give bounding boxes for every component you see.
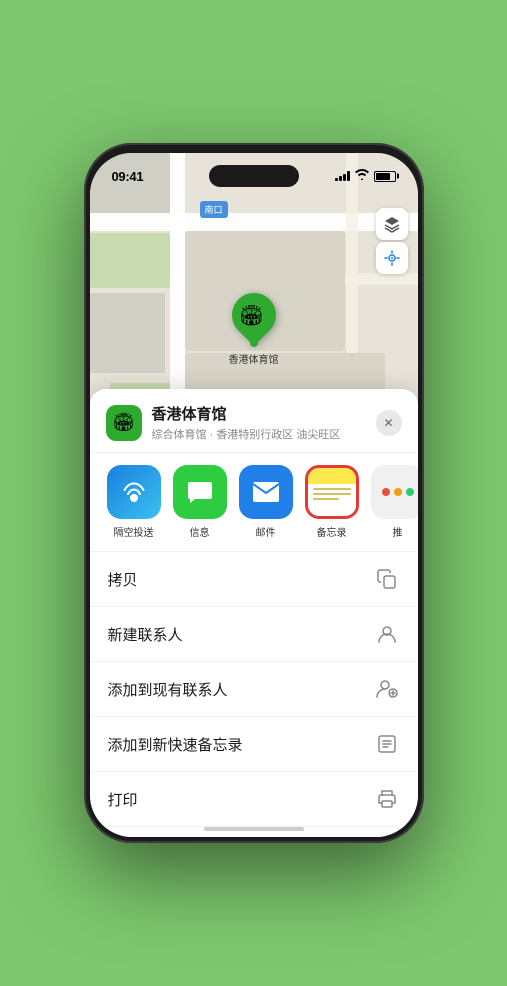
menu-item-copy[interactable]: 拷贝 xyxy=(90,552,418,607)
status-time: 09:41 xyxy=(112,169,144,184)
more-icon xyxy=(371,465,418,519)
place-subtitle: 综合体育馆 · 香港特别行政区 油尖旺区 xyxy=(152,426,376,442)
airdrop-icon xyxy=(107,465,161,519)
menu-item-new-contact[interactable]: 新建联系人 xyxy=(90,607,418,662)
copy-icon xyxy=(374,566,400,592)
share-item-notes[interactable]: 备忘录 xyxy=(304,465,360,539)
phone-frame: 09:41 xyxy=(84,143,424,843)
share-actions-row: 隔空投送 信息 xyxy=(90,453,418,552)
add-to-notes-label: 添加到新快速备忘录 xyxy=(108,734,243,755)
battery-icon xyxy=(374,171,396,182)
status-icons xyxy=(335,169,396,183)
mail-label: 邮件 xyxy=(256,524,276,539)
place-icon: 🏟 xyxy=(106,405,142,441)
location-marker: 🏟 香港体育馆 xyxy=(228,293,280,366)
marker-label: 香港体育馆 xyxy=(229,351,279,366)
mail-icon xyxy=(239,465,293,519)
menu-item-print[interactable]: 打印 xyxy=(90,772,418,827)
place-name: 香港体育馆 xyxy=(152,403,376,424)
notes-icon xyxy=(305,465,359,519)
signal-icon xyxy=(335,171,350,181)
menu-item-add-to-notes[interactable]: 添加到新快速备忘录 xyxy=(90,717,418,772)
share-item-mail[interactable]: 邮件 xyxy=(238,465,294,539)
notes-label: 备忘录 xyxy=(317,524,347,539)
new-contact-icon xyxy=(374,621,400,647)
share-item-messages[interactable]: 信息 xyxy=(172,465,228,539)
wifi-icon xyxy=(355,169,369,183)
airdrop-label: 隔空投送 xyxy=(114,524,154,539)
place-header: 🏟 香港体育馆 综合体育馆 · 香港特别行政区 油尖旺区 ✕ xyxy=(90,389,418,453)
more-label: 推 xyxy=(393,524,403,539)
share-item-airdrop[interactable]: 隔空投送 xyxy=(106,465,162,539)
map-label: 南口 xyxy=(200,201,228,218)
location-button[interactable] xyxy=(376,242,408,274)
copy-label: 拷贝 xyxy=(108,569,138,590)
messages-icon xyxy=(173,465,227,519)
dynamic-island xyxy=(209,165,299,187)
phone-screen: 09:41 xyxy=(90,153,418,837)
add-to-contact-icon xyxy=(374,676,400,702)
share-item-more[interactable]: 推 xyxy=(370,465,418,539)
add-to-contact-label: 添加到现有联系人 xyxy=(108,679,228,700)
menu-item-add-to-contact[interactable]: 添加到现有联系人 xyxy=(90,662,418,717)
bottom-sheet: 🏟 香港体育馆 综合体育馆 · 香港特别行政区 油尖旺区 ✕ xyxy=(90,389,418,837)
new-contact-label: 新建联系人 xyxy=(108,624,183,645)
map-controls xyxy=(376,208,408,274)
layers-button[interactable] xyxy=(376,208,408,240)
print-label: 打印 xyxy=(108,789,138,810)
place-info: 香港体育馆 综合体育馆 · 香港特别行政区 油尖旺区 xyxy=(152,403,376,442)
messages-label: 信息 xyxy=(190,524,210,539)
close-button[interactable]: ✕ xyxy=(376,410,402,436)
home-indicator xyxy=(204,827,304,831)
add-to-notes-icon xyxy=(374,731,400,757)
print-icon xyxy=(374,786,400,812)
